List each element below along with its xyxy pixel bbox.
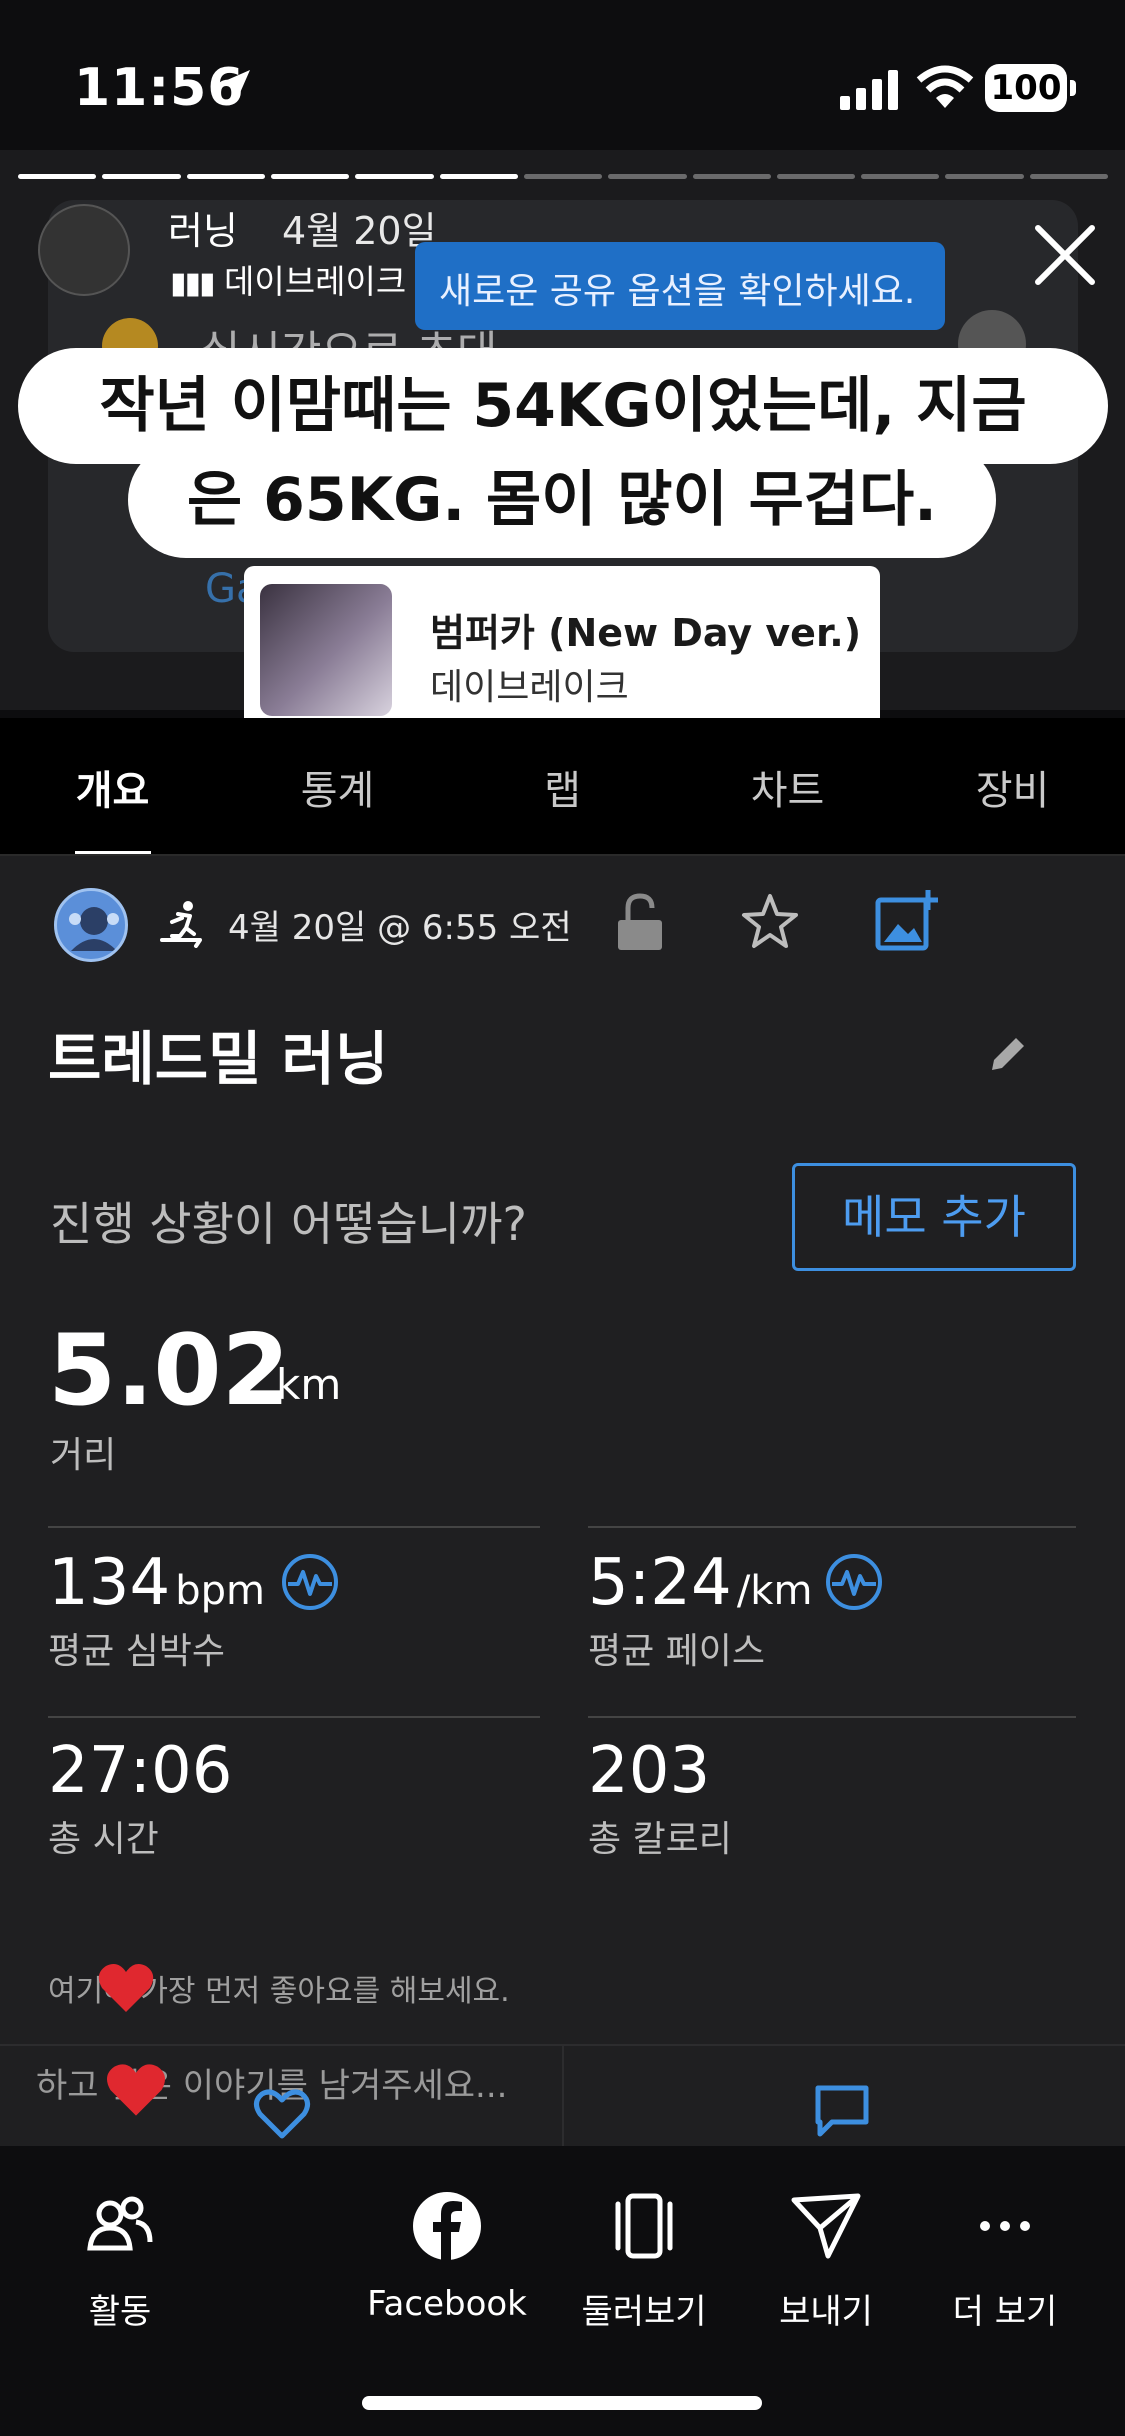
progress-question: 진행 상황이 어떻습니까?: [50, 1197, 527, 1251]
story-progress-segment: [102, 174, 181, 179]
wifi-icon: [916, 65, 974, 108]
page-title: 트레드밀 러닝: [48, 1025, 389, 1093]
story-progress-segment: [861, 174, 940, 179]
stat-divider: [48, 1716, 540, 1718]
tab-laps[interactable]: 랩: [483, 758, 643, 816]
story-progress-segment: [18, 174, 97, 179]
vertical-divider: [562, 2046, 564, 2146]
stat-unit: /km: [736, 1568, 813, 1614]
send-button[interactable]: 보내기: [772, 2186, 880, 2333]
avatar[interactable]: [54, 888, 128, 962]
add-photo-icon[interactable]: [874, 888, 940, 954]
comment-icon[interactable]: [812, 2082, 872, 2140]
browse-icon: [615, 2193, 673, 2259]
people-icon: [87, 2196, 153, 2251]
tab-overview[interactable]: 개요: [33, 758, 193, 856]
distance-label: 거리: [50, 1435, 117, 1476]
stat-divider: [588, 1716, 1076, 1718]
avg-pace-stat: 5:24 /km: [588, 1546, 812, 1620]
tab-gear[interactable]: 장비: [933, 758, 1093, 816]
total-time-value: 27:06: [48, 1734, 233, 1808]
distance-value: 5.02: [48, 1314, 290, 1428]
story-progress-segment: [692, 174, 771, 179]
floating-heart-icon: [98, 1964, 154, 2012]
unlock-icon[interactable]: [612, 892, 668, 952]
facebook-icon: [413, 2192, 481, 2262]
bottom-bar-label: 더 보기: [952, 2292, 1058, 2332]
battery-indicator: 100: [985, 64, 1076, 112]
music-sticker[interactable]: 범퍼카 (New Day ver.) 데이브레이크: [244, 566, 880, 736]
bottom-bar-label: 둘러보기: [581, 2292, 707, 2332]
more-button[interactable]: 더 보기: [946, 2186, 1064, 2333]
stat-label: 평균 페이스: [588, 1631, 766, 1672]
album-art: [260, 584, 392, 716]
add-memo-button[interactable]: 메모 추가: [792, 1163, 1076, 1271]
floating-heart-icon: [106, 2064, 166, 2116]
music-artist: 데이브레이크: [430, 667, 629, 708]
location-arrow-icon: [218, 70, 250, 102]
story-progress-segment: [523, 174, 603, 179]
stat-divider: [48, 1526, 540, 1528]
stat-label: 평균 심박수: [48, 1631, 226, 1672]
stat-unit: bpm: [175, 1568, 265, 1614]
stat-divider: [588, 1526, 1076, 1528]
story-date: 4월 20일: [282, 209, 437, 253]
activity-button[interactable]: 활동: [62, 2186, 178, 2333]
tab-charts[interactable]: 차트: [708, 758, 868, 816]
story-thumbnail[interactable]: [38, 204, 130, 296]
treadmill-run-icon: [160, 901, 202, 948]
home-indicator[interactable]: [362, 2396, 762, 2410]
star-icon[interactable]: [738, 890, 802, 954]
pulse-icon[interactable]: [824, 1552, 884, 1612]
bottom-bar-label: 보내기: [779, 2292, 873, 2332]
music-title: 범퍼카 (New Day ver.): [430, 611, 862, 655]
tab-stats[interactable]: 통계: [258, 758, 418, 816]
story-progress-segment: [776, 174, 856, 179]
story-progress: [18, 174, 1109, 180]
pulse-icon[interactable]: [280, 1552, 340, 1612]
stat-value: 5:24: [588, 1546, 732, 1620]
browse-button[interactable]: 둘러보기: [580, 2186, 708, 2333]
like-heart-icon[interactable]: [252, 2086, 312, 2142]
story-progress-segment: [355, 174, 434, 179]
story-progress-segment: [439, 174, 518, 179]
facebook-share-button[interactable]: Facebook: [362, 2186, 532, 2324]
music-bars-icon: ▮▮▮: [170, 266, 216, 301]
total-calories-value: 203: [588, 1734, 711, 1808]
distance-unit: km: [276, 1360, 342, 1409]
stat-label: 총 시간: [48, 1819, 159, 1860]
stat-value: 134: [48, 1546, 171, 1620]
share-tooltip[interactable]: 새로운 공유 옵션을 확인하세요.: [415, 242, 945, 330]
bottom-bar-label: Facebook: [367, 2284, 527, 2324]
activity-date: 4월 20일 @ 6:55 오전: [228, 908, 572, 948]
story-caption-line-2: 은 65KG. 몸이 많이 무겁다.: [128, 442, 996, 558]
stat-label: 총 칼로리: [588, 1819, 732, 1860]
tab-bar: 개요 통계 랩 차트 장비: [0, 718, 1125, 856]
close-icon[interactable]: [1030, 220, 1100, 290]
more-icon: [980, 2221, 1030, 2231]
bottom-bar-label: 활동: [88, 2292, 152, 2332]
avg-heart-rate-stat: 134 bpm: [48, 1546, 265, 1620]
send-icon: [791, 2193, 861, 2259]
story-progress-segment: [945, 174, 1024, 179]
signal-icon: [840, 70, 898, 110]
edit-icon[interactable]: [986, 1032, 1030, 1076]
story-progress-segment: [608, 174, 687, 179]
story-progress-segment: [270, 174, 350, 179]
story-progress-segment: [1029, 174, 1109, 179]
story-progress-segment: [186, 174, 265, 179]
story-title: 러닝: [168, 209, 238, 253]
